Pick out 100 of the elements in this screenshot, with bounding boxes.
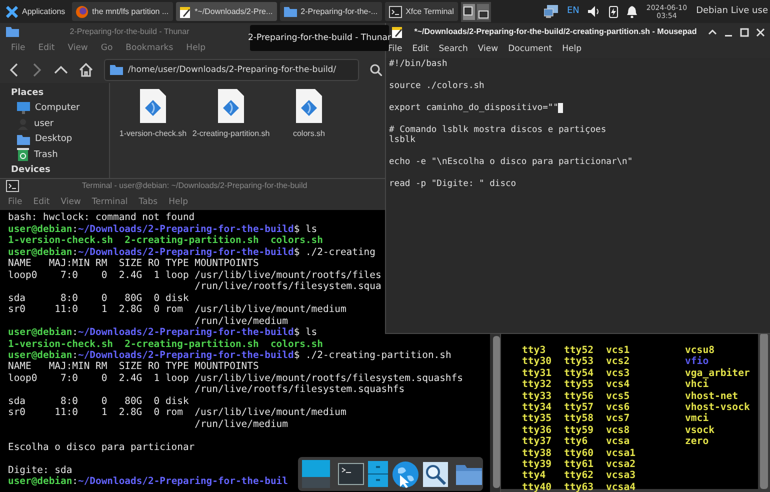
file-name: tty63 (564, 482, 594, 492)
up-button[interactable] (54, 64, 68, 76)
sidebar-item[interactable]: Computer (35, 103, 80, 114)
taskbar-button[interactable]: the mnt/lfs partition ... (72, 2, 173, 21)
menu-item[interactable]: Tabs (138, 197, 158, 208)
folder-launcher[interactable] (456, 463, 482, 485)
file-name[interactable]: 2-creating-partition.sh (192, 129, 270, 139)
menu-item[interactable]: File (8, 197, 22, 208)
output-line: sda 8:0 0 80G 0 disk (8, 292, 189, 304)
output-line: loop0 7:0 0 2.4G 1 loop /usr/lib/live/mount/rootfs/files (8, 270, 382, 282)
search-icon[interactable] (370, 64, 382, 76)
output-line: Escolha o disco para particionar (8, 440, 195, 454)
path-field[interactable]: /home/user/Downloads/2-Preparing-for-the-build/ (104, 58, 359, 81)
output-line: /run/live/medium (194, 316, 288, 327)
roll-up-button[interactable] (708, 28, 717, 36)
bell-icon[interactable] (627, 6, 638, 18)
monitor-icon (17, 102, 30, 114)
search-launcher[interactable] (423, 462, 448, 486)
forward-button[interactable] (31, 62, 43, 77)
output-line: bash: hwclock: command not found (8, 212, 195, 224)
file-name: vsock (685, 424, 716, 436)
terminal-icon (388, 6, 402, 18)
menu-item[interactable]: Go (100, 43, 113, 54)
maximize-button[interactable] (740, 28, 749, 36)
script-file-icon[interactable] (296, 89, 322, 124)
file-name: tty40 (522, 482, 552, 492)
file-name: tty53 (564, 356, 594, 368)
menu-item[interactable]: Edit (33, 197, 50, 208)
code-line: export caminho_do_dispositivo="" (389, 102, 558, 114)
menu-item[interactable]: Edit (412, 44, 429, 54)
back-button[interactable] (8, 62, 20, 77)
code-line: # Comando lsblk mostra discos e partiçoes (389, 124, 606, 135)
file-name: vhost-net (685, 390, 740, 402)
sidebar-item[interactable]: Desktop (35, 134, 72, 145)
menu-item[interactable]: Bookmarks (126, 43, 174, 54)
output-line: /run/live/rootfs/filesystem.squa (194, 281, 382, 293)
script-file-icon[interactable] (140, 89, 166, 124)
output-line: /run/live/medium (194, 418, 288, 430)
output-line: sr0 11:0 1 2.8G 0 rom /usr/lib/live/mount/medium (8, 407, 346, 419)
menu-item[interactable]: Help (168, 197, 188, 208)
code-line: echo -e "\nEscolha o disco para particionar\n" (389, 157, 633, 168)
file-name[interactable]: colors.sh (292, 129, 325, 139)
volume-icon[interactable] (588, 6, 600, 17)
menu-item[interactable]: Help (562, 44, 582, 54)
applications-button[interactable]: Applications (2, 2, 70, 21)
taskbar-button[interactable]: *~/Downloads/2-Pre... (176, 2, 277, 21)
menu-item[interactable]: Search (438, 44, 468, 54)
folder-icon (6, 26, 19, 37)
code-line: source ./colors.sh (389, 80, 484, 92)
file-name: vcs3 (606, 368, 631, 380)
menu-item[interactable]: Edit (38, 43, 55, 54)
taskbar-button[interactable]: 2-Preparing-for-the-... (280, 2, 382, 21)
file-name: tty60 (564, 448, 594, 459)
scrollbar[interactable] (493, 336, 500, 488)
battery-icon[interactable] (609, 5, 618, 18)
file-name: tty54 (564, 368, 594, 380)
file-name: vga_arbiter (685, 368, 750, 379)
file-name: tty58 (564, 413, 594, 425)
sidebar-item[interactable]: Trash (34, 150, 58, 160)
file-name: vcsu8 (685, 345, 716, 356)
file-name: vfio (685, 356, 710, 368)
file-name: vcs2 (606, 356, 631, 368)
scrollbar[interactable] (760, 333, 768, 489)
close-button[interactable] (756, 28, 765, 36)
workspace-switcher[interactable] (460, 2, 491, 22)
user-name[interactable]: Debian Live use (696, 6, 768, 17)
menu-item[interactable]: Help (186, 43, 206, 54)
section-heading: Places (11, 88, 44, 98)
terminal-icon (6, 180, 19, 192)
menu-item[interactable]: View (478, 44, 498, 54)
file-name: tty32 (522, 379, 552, 391)
home-button[interactable] (79, 62, 93, 77)
section-heading: Devices (11, 165, 50, 176)
keyboard-layout-indicator[interactable]: EN (566, 6, 580, 17)
file-name: vcs1 (606, 345, 631, 356)
file-name: vcsa2 (606, 458, 636, 470)
sidebar-item[interactable]: user (34, 118, 54, 130)
menu-item[interactable]: Terminal (92, 197, 128, 208)
trash-icon (17, 148, 29, 162)
menu-item[interactable]: File (388, 44, 402, 54)
file-name: tty56 (564, 390, 594, 402)
terminal-launcher[interactable] (338, 463, 364, 485)
globe-launcher[interactable] (392, 460, 419, 488)
file-name: vcs8 (606, 424, 631, 436)
menu-item[interactable]: Document (508, 44, 552, 54)
output-line: loop0 7:0 0 2.4G 1 loop /usr/lib/live/mount/rootfs/filesystem.squashfs (8, 372, 463, 384)
prompt-line: user@debian:~/Downloads/2-Preparing-for-the-build$ ls (8, 327, 318, 339)
prompt-line: user@debian:~/Downloads/2-Preparing-for-the-build$ ./2-creating-partition.sh (8, 350, 452, 362)
file-name: tty31 (522, 368, 552, 380)
script-file-icon[interactable] (218, 89, 244, 124)
file-name[interactable]: 1-version-check.sh (119, 129, 187, 139)
network-icon[interactable] (544, 5, 558, 18)
menu-logo-icon (6, 6, 18, 18)
menu-item[interactable]: File (11, 43, 26, 54)
file-name: tty36 (522, 424, 552, 436)
file-name: tty30 (522, 356, 552, 368)
show-desktop-button[interactable] (302, 460, 330, 488)
taskbar-button[interactable]: Xfce Terminal (384, 2, 458, 21)
menu-item[interactable]: View (68, 43, 88, 54)
menu-item[interactable]: View (60, 197, 81, 208)
